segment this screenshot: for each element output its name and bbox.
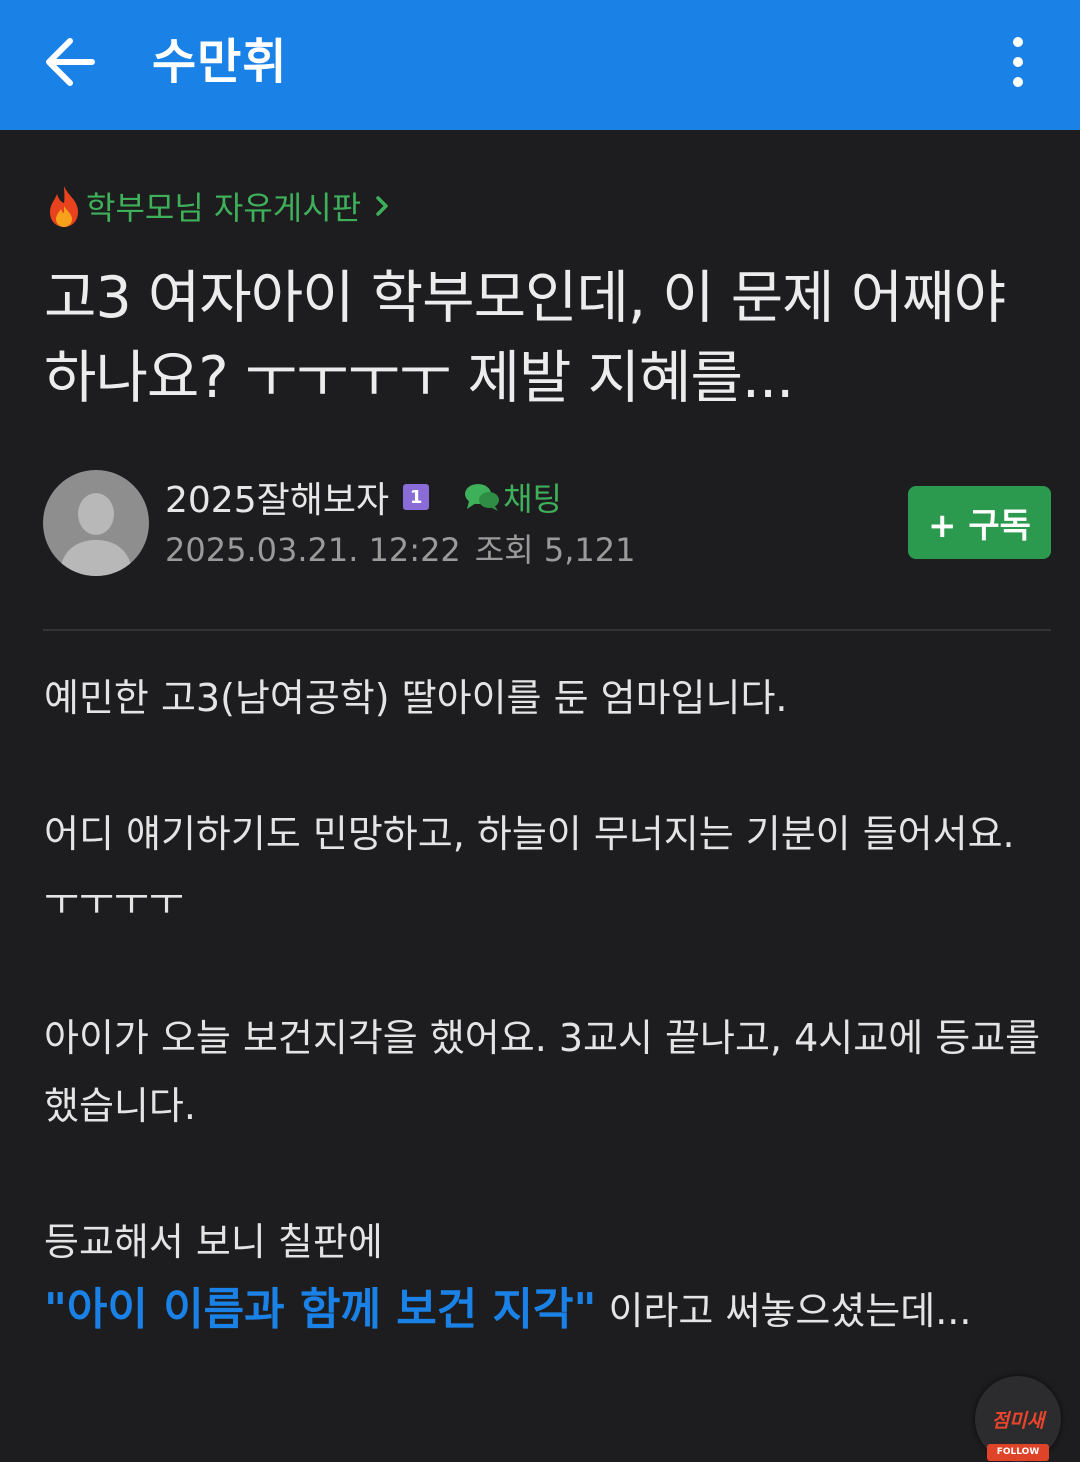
subscribe-button[interactable]: + 구독 bbox=[908, 486, 1051, 559]
back-button[interactable] bbox=[40, 30, 104, 94]
fire-icon bbox=[50, 186, 78, 227]
body-paragraph-4: 등교해서 보니 칠판에 "아이 이름과 함께 보건 지각" 이라고 써놓으셨는데… bbox=[44, 1208, 1044, 1345]
view-count: 조회 5,121 bbox=[474, 531, 636, 569]
board-name: 학부모님 자유게시판 bbox=[86, 189, 362, 227]
arrow-left-icon bbox=[46, 38, 95, 86]
level-badge: 1 bbox=[403, 484, 430, 510]
post-date: 2025.03.21. 12:22 bbox=[165, 531, 461, 569]
chat-button[interactable]: 채팅 bbox=[463, 474, 562, 520]
post-meta: 2025.03.21. 12:22 조회 5,121 bbox=[165, 528, 635, 572]
vertical-dots-icon bbox=[1013, 37, 1023, 87]
body-paragraph-4-line-1: 등교해서 보니 칠판에 bbox=[44, 1220, 383, 1264]
author-name[interactable]: 2025잘해보자 bbox=[165, 471, 389, 523]
body-paragraph-2: 어디 얘기하기도 민망하고, 하늘이 무너지는 기분이 들어서요. ㅜㅜㅜㅜ bbox=[44, 800, 1044, 936]
more-options-button[interactable] bbox=[996, 30, 1040, 94]
avatar[interactable] bbox=[43, 470, 149, 576]
chevron-right-icon bbox=[376, 196, 388, 216]
chat-bubbles-icon bbox=[465, 484, 500, 511]
user-silhouette-icon bbox=[59, 493, 133, 576]
highlighted-quote: "아이 이름과 함께 보건 지각" bbox=[44, 1284, 597, 1335]
board-link[interactable]: 학부모님 자유게시판 bbox=[44, 184, 389, 228]
author-row: 2025잘해보자 1 채팅 bbox=[165, 472, 562, 522]
channel-logo: 점미새 bbox=[991, 1410, 1045, 1432]
body-paragraph-2-line-2: ㅜㅜㅜㅜ bbox=[44, 880, 184, 924]
body-paragraph-1: 예민한 고3(남여공학) 딸아이를 둔 엄마입니다. bbox=[44, 676, 788, 720]
post-title: 고3 여자아이 학부모인데, 이 문제 어째야 하나요? ㅜㅜㅜㅜ 제발 지혜를… bbox=[44, 265, 1006, 411]
app-header: 수만휘 bbox=[0, 0, 1080, 130]
follow-channel-button[interactable]: 점미새 FOLLOW bbox=[975, 1376, 1061, 1462]
body-paragraph-2-line-1: 어디 얘기하기도 민망하고, 하늘이 무너지는 기분이 들어서요. bbox=[44, 812, 1015, 856]
body-paragraph-4-rest: 이라고 써놓으셨는데... bbox=[596, 1289, 972, 1333]
follow-tag: FOLLOW bbox=[987, 1444, 1049, 1461]
post-content: 학부모님 자유게시판 고3 여자아이 학부모인데, 이 문제 어째야 하나요? … bbox=[0, 130, 1080, 1462]
chat-label: 채팅 bbox=[503, 480, 562, 518]
divider bbox=[43, 629, 1051, 631]
page-title: 수만휘 bbox=[152, 34, 288, 90]
body-paragraph-3: 아이가 오늘 보건지각을 했어요. 3교시 끝나고, 4시교에 등교를 했습니다… bbox=[44, 1016, 1041, 1128]
